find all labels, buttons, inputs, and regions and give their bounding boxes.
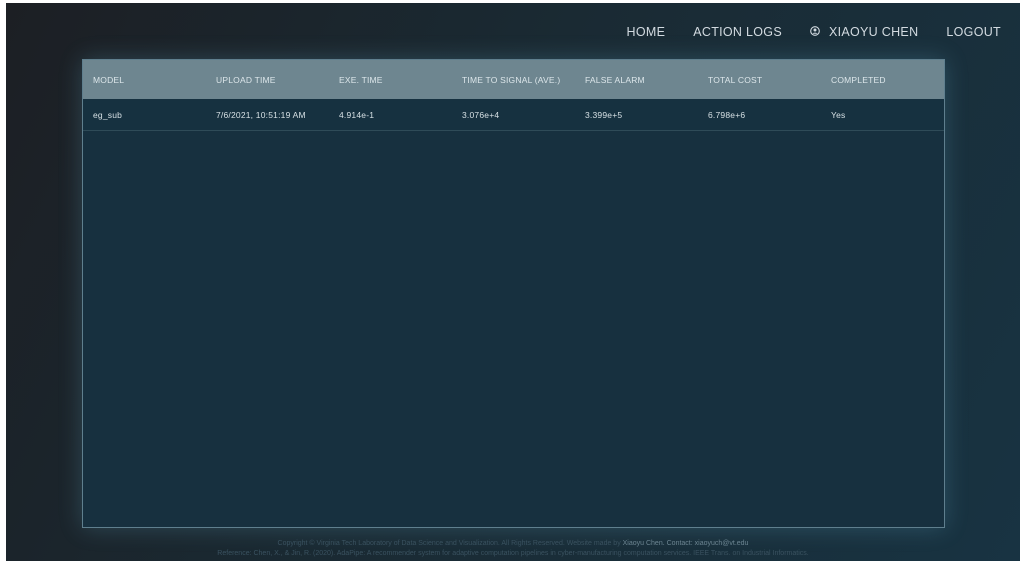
results-table: MODEL UPLOAD TIME EXE. TIME TIME TO SIGN…: [82, 59, 945, 528]
app-window: HOME ACTION LOGS XIAOYU CHEN LOGOUT MODE…: [6, 3, 1020, 561]
cell-completed: Yes: [831, 109, 846, 120]
footer-author-link[interactable]: Xiaoyu Chen: [623, 540, 663, 547]
nav-logout-link[interactable]: LOGOUT: [946, 25, 1001, 39]
user-circle-icon: [810, 26, 820, 36]
table-header: MODEL UPLOAD TIME EXE. TIME TIME TO SIGN…: [83, 60, 944, 99]
col-header-model[interactable]: MODEL: [83, 75, 206, 85]
cell-total-cost: 6.798e+6: [708, 109, 746, 120]
col-header-false-alarm[interactable]: FALSE ALARM: [575, 75, 698, 85]
cell-upload-time: 7/6/2021, 10:51:19 AM: [216, 109, 306, 120]
nav-home-label: HOME: [626, 25, 666, 39]
footer-copyright-text: Copyright © Virginia Tech Laboratory of …: [277, 540, 623, 547]
col-header-time-to-signal[interactable]: TIME TO SIGNAL (AVE.): [452, 75, 575, 85]
col-header-completed[interactable]: COMPLETED: [821, 75, 944, 85]
footer-copyright-line: Copyright © Virginia Tech Laboratory of …: [6, 539, 1020, 549]
cell-model: eg_sub: [93, 109, 123, 120]
top-nav: HOME ACTION LOGS XIAOYU CHEN LOGOUT: [599, 3, 1020, 61]
cell-time-to-signal: 3.076e+4: [462, 109, 500, 120]
footer: Copyright © Virginia Tech Laboratory of …: [6, 539, 1020, 559]
nav-logout-label: LOGOUT: [946, 25, 1001, 39]
table-row[interactable]: eg_sub 7/6/2021, 10:51:19 AM 4.914e-1 3.…: [83, 99, 944, 131]
nav-user-name: XIAOYU CHEN: [828, 25, 919, 39]
cell-false-alarm: 3.399e+5: [585, 109, 623, 120]
nav-action-logs-label: ACTION LOGS: [693, 25, 782, 39]
nav-action-logs-link[interactable]: ACTION LOGS: [693, 25, 782, 39]
footer-reference-line: Reference: Chen, X., & Jin, R. (2020). A…: [217, 550, 809, 557]
col-header-upload-time[interactable]: UPLOAD TIME: [206, 75, 329, 85]
col-header-exe-time[interactable]: EXE. TIME: [329, 75, 452, 85]
nav-user-link[interactable]: XIAOYU CHEN: [810, 25, 918, 39]
nav-home-link[interactable]: HOME: [627, 25, 666, 39]
col-header-total-cost[interactable]: TOTAL COST: [698, 75, 821, 85]
cell-exe-time: 4.914e-1: [339, 109, 375, 120]
footer-contact-link[interactable]: . Contact: xiaoyuch@vt.edu: [663, 540, 749, 547]
